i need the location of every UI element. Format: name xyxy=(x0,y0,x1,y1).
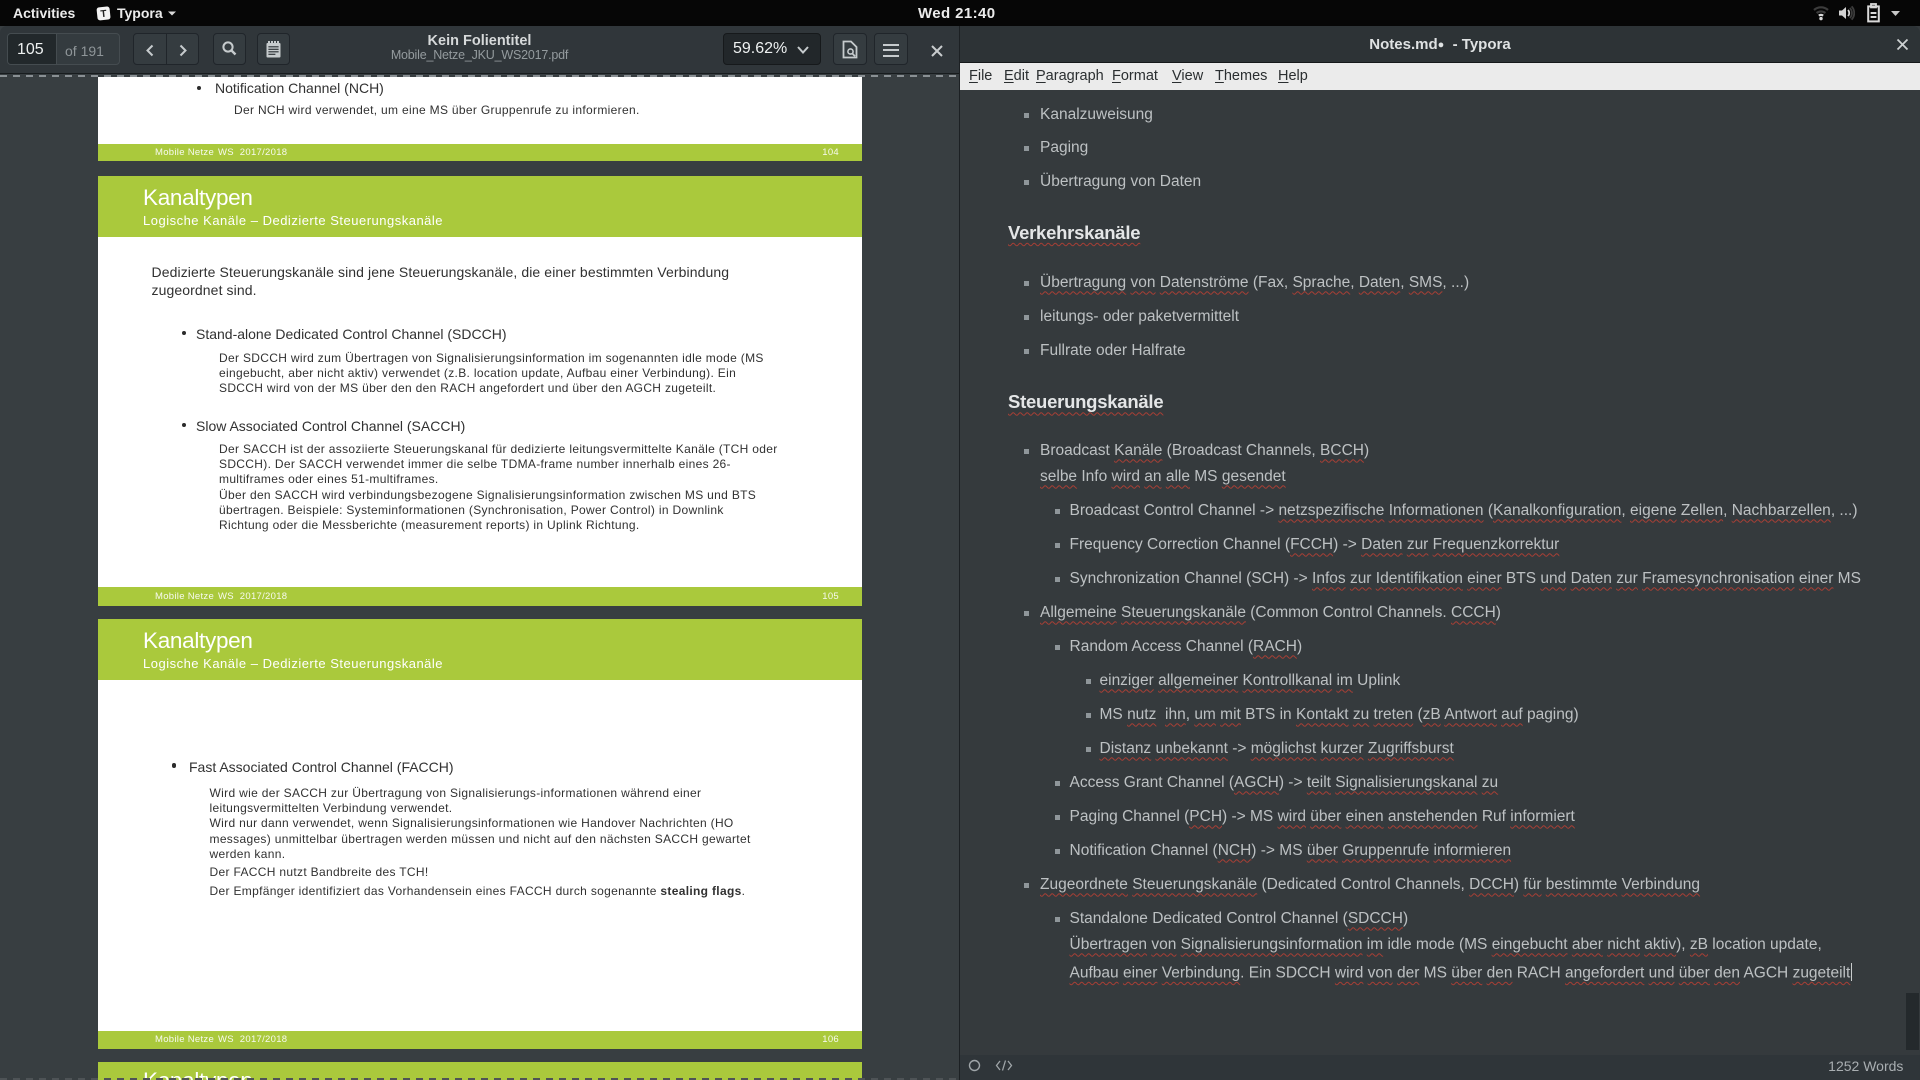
svg-text:T: T xyxy=(100,9,107,21)
